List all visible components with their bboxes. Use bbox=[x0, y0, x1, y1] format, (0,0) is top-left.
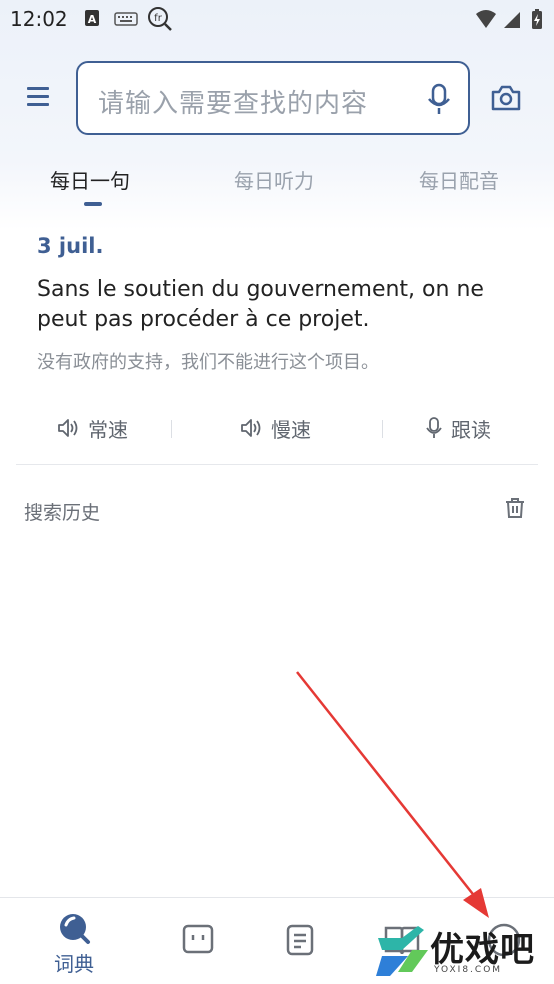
watermark-subtext: YOXI8.COM bbox=[434, 965, 503, 975]
daily-sentence-translation: 没有政府的支持，我们不能进行这个项目。 bbox=[37, 352, 379, 373]
camera-icon bbox=[491, 85, 521, 111]
menu-button[interactable] bbox=[24, 82, 54, 112]
slow-speed-button[interactable]: 慢速 bbox=[239, 414, 311, 442]
wifi-icon bbox=[476, 10, 496, 28]
nav-dictionary-label: 词典 bbox=[54, 952, 94, 976]
daily-sentence-text: Sans le soutien du gouvernement, on ne p… bbox=[37, 277, 484, 332]
search-placeholder: 请输入需要查找的内容 bbox=[98, 89, 369, 119]
nav-dictionary[interactable]: 词典 bbox=[34, 898, 114, 984]
search-history-title: 搜索历史 bbox=[24, 502, 101, 524]
speaker-icon bbox=[58, 419, 78, 437]
watermark: 优戏吧 YOXI8.COM bbox=[372, 920, 554, 984]
trash-icon bbox=[506, 498, 524, 518]
speaker-icon bbox=[241, 419, 261, 437]
keyboard-icon bbox=[114, 12, 138, 26]
watermark-logo-icon bbox=[376, 926, 428, 976]
svg-text:fr: fr bbox=[154, 13, 163, 24]
nav-chat[interactable] bbox=[158, 898, 238, 984]
read-along-label: 跟读 bbox=[451, 417, 491, 442]
tab-daily-sentence[interactable]: 每日一句 bbox=[50, 165, 130, 194]
normal-speed-button[interactable]: 常速 bbox=[56, 414, 128, 442]
svg-text:A: A bbox=[88, 13, 97, 26]
search-input[interactable]: 请输入需要查找的内容 bbox=[76, 61, 470, 135]
sentence-date: 3 juil. bbox=[37, 234, 104, 258]
chat-face-icon bbox=[182, 924, 214, 954]
read-along-button[interactable]: 跟读 bbox=[425, 414, 491, 442]
mic-icon bbox=[426, 417, 442, 438]
action-separator bbox=[382, 420, 383, 438]
watermark-text: 优戏吧 bbox=[430, 930, 535, 970]
notes-icon bbox=[286, 924, 314, 956]
normal-speed-label: 常速 bbox=[88, 417, 128, 442]
camera-search-button[interactable] bbox=[490, 83, 522, 113]
nav-notes[interactable] bbox=[260, 898, 340, 984]
status-time: 12:02 bbox=[10, 7, 68, 31]
action-separator bbox=[171, 420, 172, 438]
fr-search-icon: fr bbox=[148, 7, 172, 31]
slow-speed-label: 慢速 bbox=[271, 417, 311, 442]
clear-history-button[interactable] bbox=[503, 496, 527, 520]
hamburger-menu-icon bbox=[27, 87, 49, 106]
sentence-actions: 常速 慢速 跟读 bbox=[0, 410, 554, 446]
active-tab-indicator bbox=[84, 202, 102, 206]
voice-search-button[interactable] bbox=[424, 81, 454, 117]
dictionary-search-icon bbox=[60, 914, 90, 944]
tab-daily-listening[interactable]: 每日听力 bbox=[234, 165, 314, 194]
microphone-icon bbox=[428, 83, 450, 114]
status-right-icons bbox=[476, 9, 542, 29]
status-bar: 12:02 A fr bbox=[0, 0, 554, 38]
a-box-icon: A bbox=[85, 10, 99, 26]
section-divider bbox=[16, 464, 538, 465]
tab-daily-dubbing[interactable]: 每日配音 bbox=[419, 165, 499, 194]
signal-icon bbox=[504, 12, 520, 28]
